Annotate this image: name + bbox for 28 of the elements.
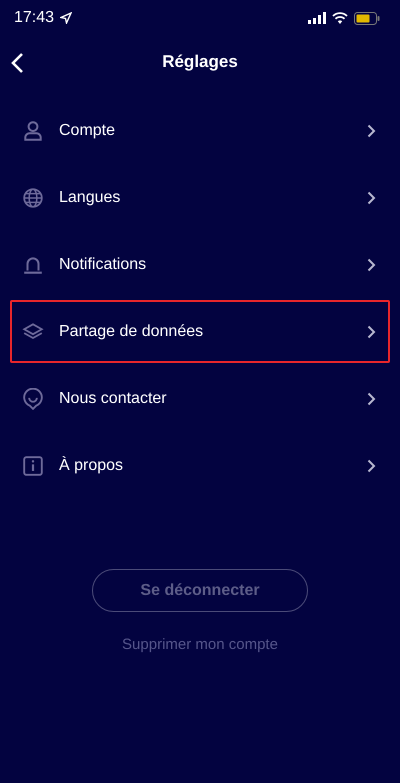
settings-item[interactable]: Partage de données — [10, 300, 390, 363]
item-label: À propos — [59, 456, 124, 474]
item-label: Compte — [59, 122, 116, 140]
wifi-icon — [332, 12, 348, 24]
info-icon — [22, 454, 44, 476]
globe-icon — [22, 186, 44, 208]
settings-item[interactable]: Compte — [10, 99, 390, 162]
chevron-icon — [367, 458, 376, 472]
settings-item[interactable]: Nous contacter — [10, 367, 390, 430]
item-label: Partage de données — [59, 322, 204, 340]
page-title: Réglages — [162, 52, 238, 72]
chat-icon — [22, 388, 44, 410]
settings-item[interactable]: Notifications — [10, 233, 390, 296]
chevron-icon — [367, 258, 376, 272]
battery-icon — [354, 12, 380, 24]
user-icon — [22, 120, 44, 142]
chevron-icon — [367, 324, 376, 338]
chevron-icon — [367, 190, 376, 204]
chevron-icon — [367, 392, 376, 406]
item-label: Langues — [59, 188, 122, 206]
item-label: Notifications — [59, 256, 148, 274]
settings-item[interactable]: À propos — [10, 434, 390, 497]
item-label: Nous contacter — [59, 390, 168, 408]
signal-icon — [308, 12, 326, 24]
location-icon — [60, 12, 72, 24]
settings-item[interactable]: Langues — [10, 166, 390, 229]
chevron-icon — [367, 124, 376, 138]
status-time: 17:43 — [14, 9, 54, 27]
